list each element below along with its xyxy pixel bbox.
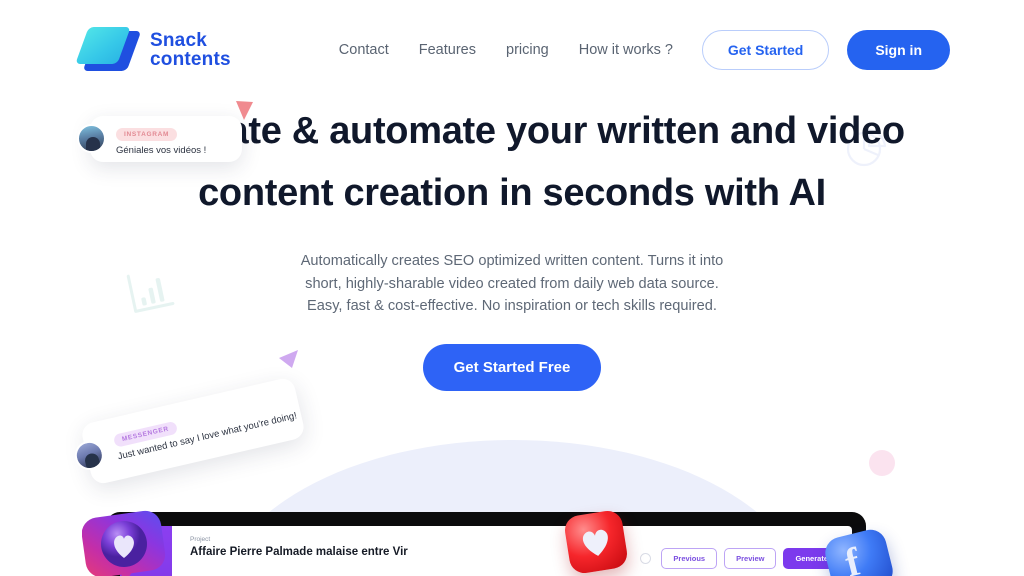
social-card-messenger: MESSENGER Just wanted to say I love what… bbox=[71, 376, 307, 486]
brand-name-line1: Snack bbox=[150, 30, 207, 51]
dashboard-actions: Previous Preview Generate bbox=[640, 548, 840, 569]
cursor-pink-icon bbox=[235, 100, 255, 129]
avatar bbox=[71, 438, 107, 473]
avatar bbox=[77, 124, 106, 153]
preview-button[interactable]: Preview bbox=[724, 548, 777, 569]
brand-name: Snack contents bbox=[150, 31, 231, 69]
headline-line-2: content creation in seconds with AI bbox=[198, 172, 826, 214]
header-actions: Get Started Sign in bbox=[701, 30, 950, 70]
social-card-message: Géniales vos vidéos ! bbox=[116, 144, 207, 156]
instagram-3d-icon bbox=[81, 508, 166, 576]
main-navigation: Contact Features pricing How it works ? bbox=[339, 42, 673, 58]
nav-item-contact[interactable]: Contact bbox=[339, 42, 389, 58]
pink-circle-decoration bbox=[869, 450, 895, 476]
nav-item-features[interactable]: Features bbox=[419, 42, 476, 58]
nav-item-pricing[interactable]: pricing bbox=[506, 42, 549, 58]
status-dot-icon bbox=[640, 553, 652, 564]
heart-3d-icon bbox=[562, 508, 630, 576]
hero-paragraph: Automatically creates SEO optimized writ… bbox=[300, 253, 724, 315]
dashboard-main: Project Affaire Pierre Palmade malaise e… bbox=[172, 526, 852, 576]
get-started-free-button[interactable]: Get Started Free bbox=[422, 343, 602, 391]
cursor-purple-icon bbox=[278, 348, 300, 375]
cta-wrapper: Get Started Free bbox=[0, 343, 1024, 391]
dashboard-mockup: Story Project Affaire Pierre Palmade mal… bbox=[106, 512, 866, 576]
brand-name-line2: contents bbox=[150, 49, 231, 70]
get-started-button[interactable]: Get Started bbox=[701, 30, 830, 70]
project-title: Affaire Pierre Palmade malaise entre Vir bbox=[190, 546, 408, 558]
status-badge: INSTAGRAM bbox=[116, 127, 178, 141]
social-card-instagram: INSTAGRAM Géniales vos vidéos ! bbox=[77, 116, 242, 162]
landing-page: Snack contents Contact Features pricing … bbox=[0, 0, 1024, 576]
stacked-parallelogram-logo-icon bbox=[75, 27, 142, 73]
previous-button[interactable]: Previous bbox=[661, 548, 718, 569]
project-label: Project bbox=[190, 536, 211, 543]
dashboard-screen: Story Project Affaire Pierre Palmade mal… bbox=[120, 526, 852, 576]
brand-logo[interactable]: Snack contents bbox=[75, 27, 231, 73]
sign-in-button[interactable]: Sign in bbox=[847, 30, 950, 70]
nav-item-how-it-works[interactable]: How it works ? bbox=[579, 42, 673, 58]
facebook-glyph: f bbox=[840, 538, 865, 576]
site-header: Snack contents Contact Features pricing … bbox=[0, 0, 1024, 82]
